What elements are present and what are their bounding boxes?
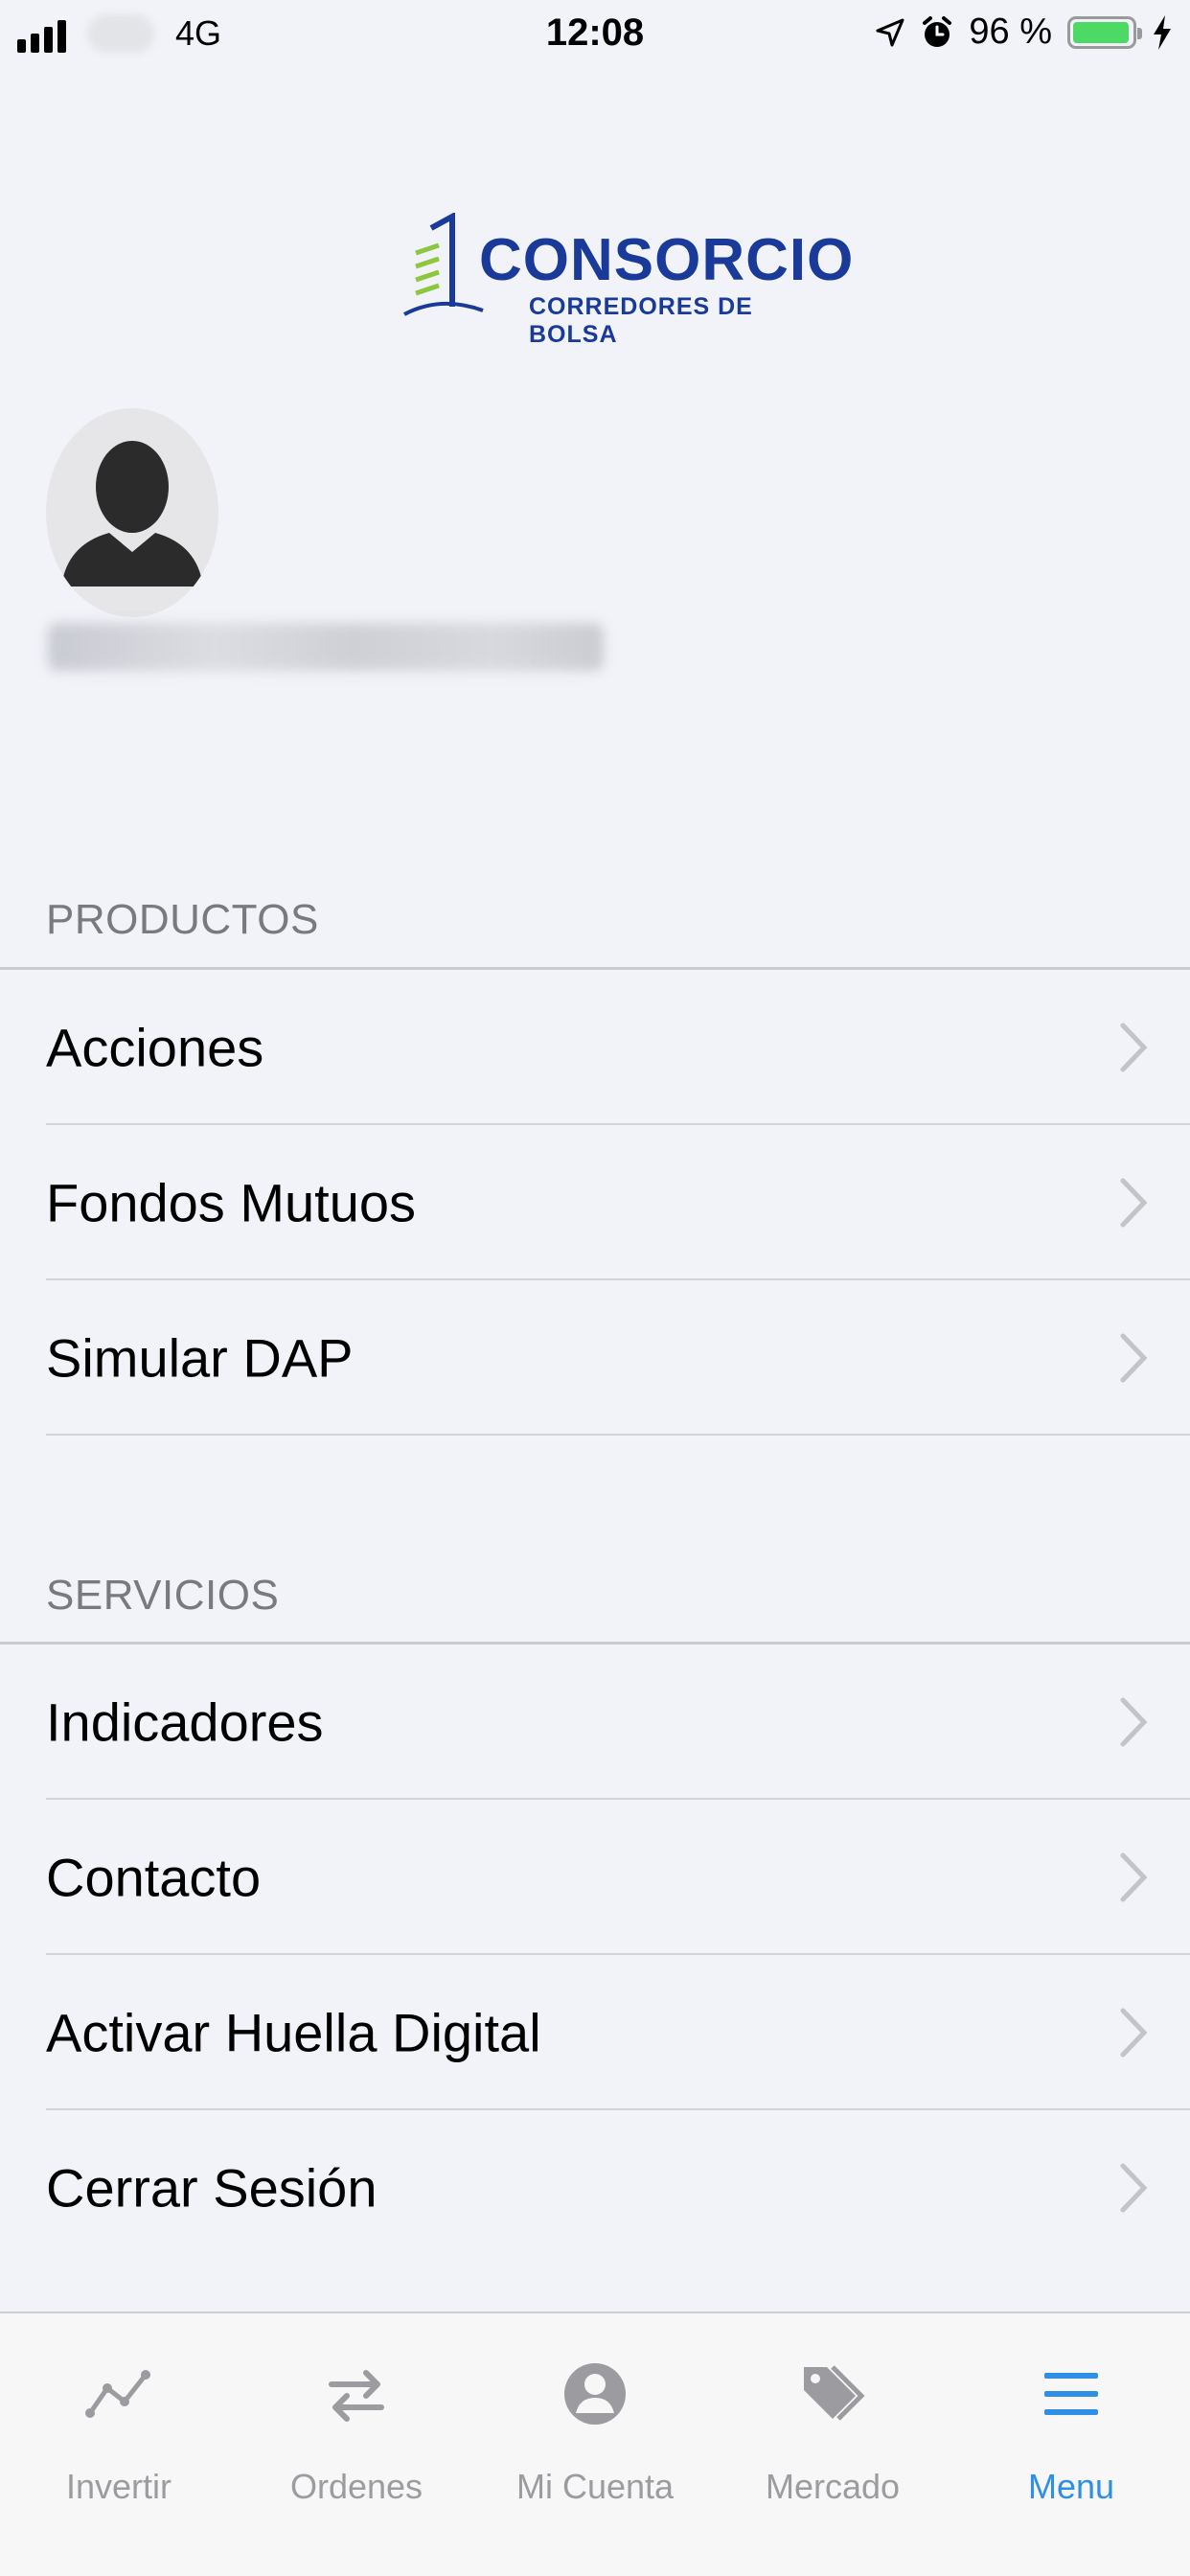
row-divider xyxy=(46,1434,1190,1436)
chart-line-icon xyxy=(85,2370,150,2418)
chevron-right-icon xyxy=(1120,1852,1148,1902)
hamburger-menu-icon xyxy=(1044,2373,1098,2415)
tab-label: Invertir xyxy=(65,2467,172,2506)
swap-arrows-icon xyxy=(329,2370,384,2422)
menu-item-simular-dap[interactable]: Simular DAP xyxy=(0,1280,1190,1436)
building-logo-icon xyxy=(403,213,484,316)
charging-bolt-icon xyxy=(1154,14,1171,50)
chevron-right-icon xyxy=(1120,1697,1148,1747)
chevron-right-icon xyxy=(1120,1333,1148,1383)
chevron-right-icon xyxy=(1120,1023,1148,1072)
tab-menu[interactable]: Menu xyxy=(952,2313,1190,2576)
location-arrow-icon xyxy=(876,18,904,46)
menu-item-fondos-mutuos[interactable]: Fondos Mutuos xyxy=(0,1125,1190,1280)
status-right: 96 % xyxy=(875,12,1173,53)
tab-mi-cuenta[interactable]: Mi Cuenta xyxy=(476,2313,714,2576)
status-bar: 4G 12:08 96 % xyxy=(0,0,1190,75)
user-circle-icon xyxy=(564,2363,626,2425)
avatar[interactable] xyxy=(46,408,218,617)
menu-item-activar-huella-digital[interactable]: Activar Huella Digital xyxy=(0,1955,1190,2110)
alarm-clock-icon xyxy=(923,15,952,47)
menu-item-indicadores[interactable]: Indicadores xyxy=(0,1644,1190,1800)
menu-item-label: Activar Huella Digital xyxy=(46,2002,541,2063)
menu-screen: 4G 12:08 96 % CONSORCIO CORREDORES DE BO… xyxy=(0,0,1190,2576)
menu-item-label: Contacto xyxy=(46,1847,262,1908)
battery-fill xyxy=(1073,21,1129,43)
menu-item-label: Indicadores xyxy=(46,1691,324,1753)
menu-item-acciones[interactable]: Acciones xyxy=(0,970,1190,1125)
menu-item-label: Acciones xyxy=(46,1017,264,1078)
tags-icon xyxy=(804,2365,865,2421)
chevron-right-icon xyxy=(1120,2163,1148,2213)
chevron-right-icon xyxy=(1120,2008,1148,2058)
tab-invertir[interactable]: Invertir xyxy=(0,2313,238,2576)
tab-label: Mi Cuenta xyxy=(515,2467,675,2506)
tab-bar: Invertir Ordenes Mi Cuenta Mercado Menu xyxy=(0,2312,1190,2576)
logo-subtitle: CORREDORES DE BOLSA xyxy=(529,293,753,348)
battery-percentage: 96 % xyxy=(969,12,1052,52)
battery-icon xyxy=(1067,15,1142,49)
tab-ordenes[interactable]: Ordenes xyxy=(238,2313,475,2576)
tab-label: Mercado xyxy=(765,2467,901,2506)
menu-item-label: Cerrar Sesión xyxy=(46,2157,378,2219)
tab-label: Menu xyxy=(1027,2467,1115,2506)
menu-item-label: Fondos Mutuos xyxy=(46,1172,416,1233)
section-header-productos: PRODUCTOS xyxy=(46,896,319,943)
menu-item-contacto[interactable]: Contacto xyxy=(0,1800,1190,1955)
logo-title: CONSORCIO xyxy=(479,227,855,293)
section-header-servicios: SERVICIOS xyxy=(46,1572,280,1619)
menu-item-cerrar-sesion[interactable]: Cerrar Sesión xyxy=(0,2110,1190,2266)
chevron-right-icon xyxy=(1120,1178,1148,1228)
user-silhouette-icon xyxy=(61,441,203,586)
tab-mercado[interactable]: Mercado xyxy=(714,2313,951,2576)
menu-item-label: Simular DAP xyxy=(46,1327,354,1389)
user-name-redacted xyxy=(48,623,604,671)
tab-label: Ordenes xyxy=(289,2467,423,2506)
consorcio-logo: CONSORCIO CORREDORES DE BOLSA xyxy=(402,213,853,348)
